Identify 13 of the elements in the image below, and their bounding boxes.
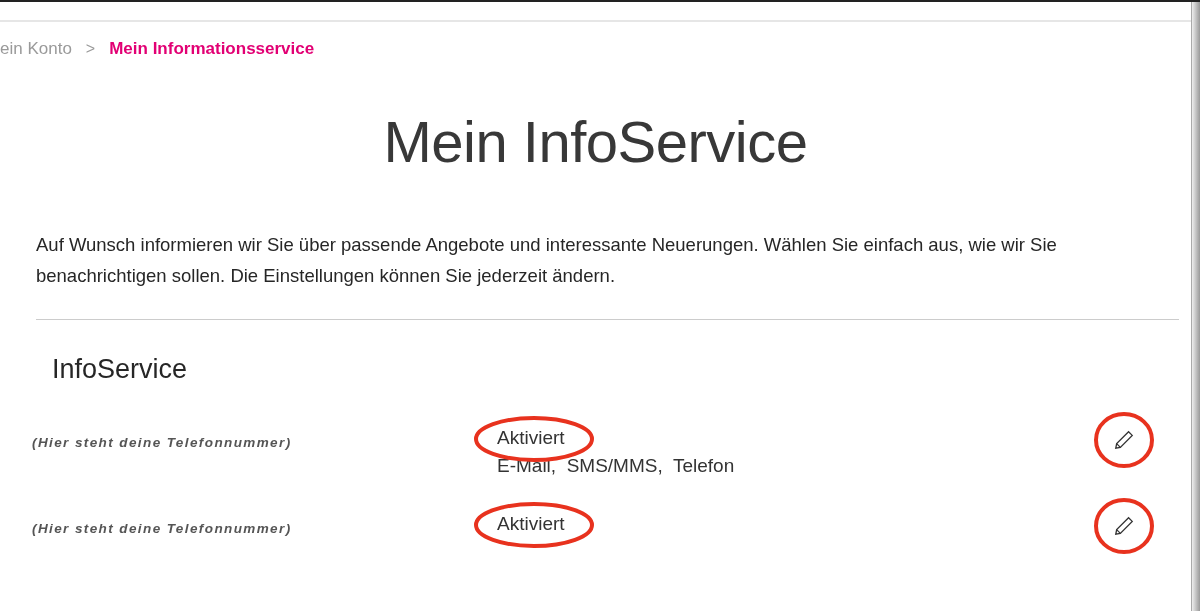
breadcrumb-link[interactable]: Mein Informationsservice xyxy=(109,39,315,59)
pencil-icon xyxy=(1113,429,1135,451)
breadcrumb-link[interactable]: ein Konto xyxy=(0,39,72,59)
page-title: Mein InfoService xyxy=(382,108,809,175)
intro-text: Auf Wunsch informieren wir Sie über passende Angebote und interessante Neuerungen. Wählen Sie einfach aus, wie wir Sie benachrichtigen sollen. Die Einstellungen können Sie jederzeit ändern. xyxy=(36,233,1058,288)
section-title: InfoService xyxy=(52,354,189,385)
pencil-icon xyxy=(1113,515,1135,537)
status-text: Aktiviert xyxy=(497,513,565,534)
phone-number: (Hier steht deine Telefonnummer) xyxy=(32,520,293,538)
breadcrumb-separator: > xyxy=(85,40,96,58)
scrollbar[interactable] xyxy=(1191,2,1200,611)
status-text: Aktiviert xyxy=(497,427,565,448)
phone-number: (Hier steht deine Telefonnummer) xyxy=(32,434,293,452)
